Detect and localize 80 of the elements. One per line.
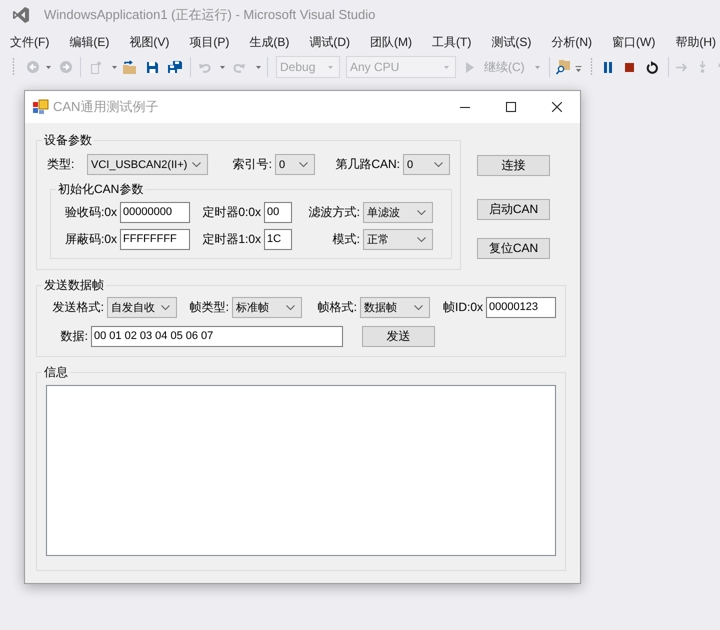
action-button[interactable]: 连接 <box>477 155 550 176</box>
restart-icon[interactable] <box>646 60 658 74</box>
menu-item[interactable]: 调试(D) <box>309 32 350 50</box>
pause-icon[interactable] <box>604 62 612 72</box>
dropdown[interactable]: 0 <box>403 154 450 175</box>
menu-item[interactable]: 生成(B) <box>249 32 290 50</box>
menu-item[interactable]: 工具(T) <box>432 32 472 50</box>
dialog-title: CAN通用测试例子 <box>53 98 160 116</box>
caret-icon[interactable] <box>256 66 261 68</box>
field-label: 索引号: <box>232 156 272 173</box>
text-field[interactable]: 00000000 <box>120 202 190 223</box>
save-icon[interactable] <box>147 62 158 72</box>
field-label: 滤波方式: <box>308 204 360 221</box>
caret-icon[interactable] <box>220 66 225 68</box>
menu-item[interactable]: 项目(P) <box>189 32 230 50</box>
action-button[interactable]: 启动CAN <box>477 199 550 220</box>
send-button[interactable]: 发送 <box>362 326 435 347</box>
dropdown[interactable]: 标准帧 <box>232 297 302 318</box>
group-title: 初始化CAN参数 <box>57 182 144 196</box>
text-field[interactable]: 00000123 <box>486 297 556 318</box>
dropdown[interactable]: 0 <box>275 154 315 175</box>
caret-icon <box>328 66 333 68</box>
dropdown[interactable]: 正常 <box>363 229 433 250</box>
field-label: 数据: <box>60 328 88 345</box>
menu-item[interactable]: 测试(S) <box>491 32 532 50</box>
chevron-down-icon <box>417 237 426 242</box>
field-label: 第几路CAN: <box>335 156 400 173</box>
text-field[interactable]: 1C <box>264 229 292 250</box>
chevron-down-icon <box>417 210 426 215</box>
group-title: 信息 <box>43 365 69 379</box>
field-label: 模式: <box>332 231 360 248</box>
dropdown[interactable]: 自发自收 <box>107 297 177 318</box>
window-title: WindowsApplication1 (正在运行) - Microsoft Visual Studio <box>44 6 376 24</box>
play-icon <box>466 62 474 72</box>
action-button[interactable]: 复位CAN <box>477 238 550 259</box>
menu-item[interactable]: 编辑(E) <box>69 32 110 50</box>
dropdown[interactable]: VCI_USBCAN2(II+) <box>87 154 208 175</box>
caret-icon[interactable] <box>112 66 117 68</box>
logo-icon <box>12 6 30 24</box>
field-label: 类型: <box>47 156 74 173</box>
field-label: 帧格式: <box>318 299 357 316</box>
maximize-icon <box>506 102 516 112</box>
menu-item[interactable]: 帮助(H) <box>675 32 716 50</box>
menu-item[interactable]: 视图(V) <box>129 32 170 50</box>
field-label: 验收码:0x <box>64 204 117 221</box>
field-label: 帧类型: <box>190 299 229 316</box>
field-label: 定时器0:0x <box>202 204 261 221</box>
save-all-icon[interactable] <box>168 61 182 73</box>
data-field[interactable]: 00 01 02 03 04 05 06 07 <box>91 326 343 347</box>
chevron-down-icon <box>434 162 443 167</box>
caret-icon[interactable] <box>46 66 51 68</box>
app-icon <box>33 99 49 115</box>
caret-icon <box>534 66 540 68</box>
chevron-down-icon <box>161 305 170 310</box>
field-label: 发送格式: <box>52 299 104 316</box>
menu-item[interactable]: 文件(F) <box>10 32 50 50</box>
dropdown[interactable]: 单滤波 <box>363 202 433 223</box>
menu-item[interactable]: 分析(N) <box>551 32 592 50</box>
text-field[interactable]: 00 <box>264 202 292 223</box>
field-label: 定时器1:0x <box>202 231 261 248</box>
caret-icon <box>444 66 449 68</box>
chevron-down-icon <box>192 162 201 167</box>
grip-icon <box>590 58 593 76</box>
dropdown[interactable]: 数据帧 <box>360 297 430 318</box>
group-title: 发送数据帧 <box>43 278 105 292</box>
folder-search-icon[interactable] <box>556 59 570 75</box>
minimize-icon <box>460 106 470 108</box>
field-label: 帧ID:0x <box>442 299 483 316</box>
grip-icon <box>12 58 15 76</box>
text-field[interactable]: FFFFFFFF <box>120 229 190 250</box>
chevron-down-icon <box>414 305 423 310</box>
field-label: 屏蔽码:0x <box>64 231 117 248</box>
menu-item[interactable]: 团队(M) <box>370 32 412 50</box>
chevron-down-icon <box>299 162 308 167</box>
close-icon <box>552 102 562 112</box>
chevron-down-icon <box>286 305 295 310</box>
open-folder-icon[interactable] <box>123 60 138 74</box>
menu-item[interactable]: 窗口(W) <box>612 32 656 50</box>
stop-icon[interactable] <box>624 62 634 72</box>
group-title: 设备参数 <box>43 133 93 147</box>
